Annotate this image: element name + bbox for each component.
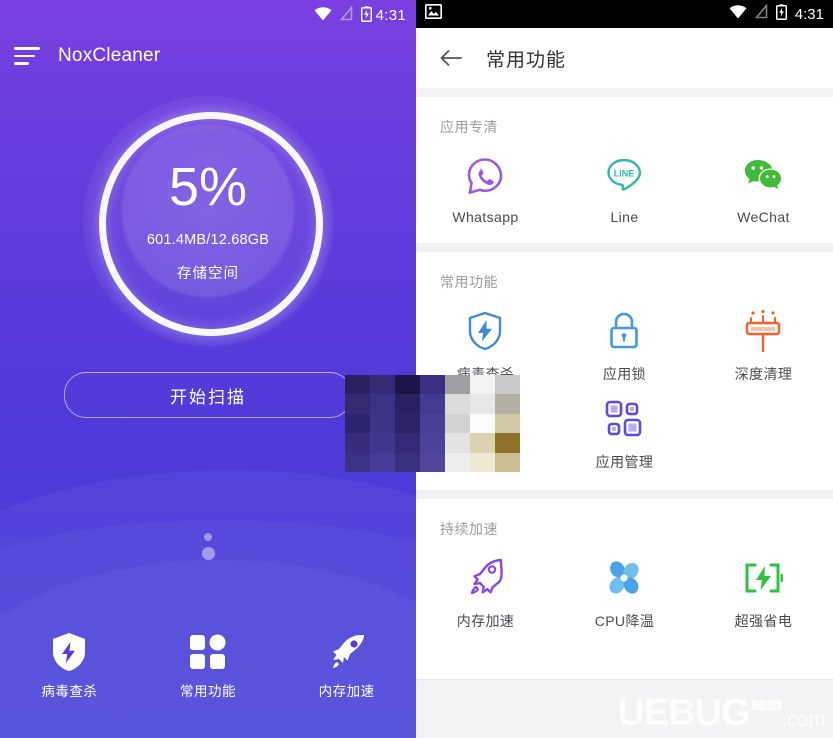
page-indicator[interactable] (0, 533, 416, 560)
feature-cell-memory-boost[interactable]: 内存加速 (416, 543, 555, 631)
left-phone-home-screen: 4:31 NoxCleaner 5% 601.4MB/12.68GB 存储空间 … (0, 0, 416, 738)
page-dot-2[interactable] (201, 547, 215, 560)
feature-label: WeChat (737, 209, 790, 225)
feature-label: CPU降温 (594, 613, 655, 629)
right-status-time: 4:31 (794, 5, 824, 23)
gauge-content: 5% 601.4MB/12.68GB 存储空间 (83, 96, 333, 346)
page-title: 常用功能 (486, 49, 567, 71)
page-dot-1[interactable] (204, 533, 212, 541)
feature-label: 超强省电 (734, 613, 793, 629)
storage-gauge-wrapper: 5% 601.4MB/12.68GB 存储空间 (0, 96, 416, 346)
grid-squares-icon (188, 632, 228, 672)
section-divider (416, 490, 833, 499)
signal-icon (754, 3, 768, 24)
section-title: 常用功能 (440, 274, 498, 290)
bottom-navigation: 病毒查杀 常用功能 内存加速 (0, 632, 416, 700)
watermark-suffix: .com (781, 709, 825, 731)
feature-label: 深度清理 (734, 366, 793, 382)
wechat-icon (742, 155, 784, 197)
hamburger-menu-icon[interactable] (14, 47, 40, 65)
wifi-icon (729, 4, 747, 24)
app-manager-icon (605, 398, 643, 440)
censored-mosaic-overlay (345, 375, 520, 472)
feature-cell-app-manager[interactable]: 应用管理 (555, 384, 694, 472)
section-divider (416, 88, 833, 97)
right-footer-area: UEBUG 下载站 .com (416, 679, 833, 738)
feature-label: 内存加速 (456, 613, 515, 629)
bottom-nav-label: 内存加速 (318, 684, 375, 699)
wifi-icon (314, 6, 332, 24)
lock-icon (607, 310, 641, 352)
feature-label: 应用锁 (602, 366, 647, 382)
battery-bolt-icon (742, 557, 784, 599)
shield-bolt-icon (468, 310, 502, 352)
right-app-bar: 常用功能 (416, 28, 833, 88)
section-title: 持续加速 (440, 521, 498, 537)
watermark-text: UEBUG (617, 692, 750, 734)
deep-clean-icon (743, 310, 783, 352)
gauge-usage: 601.4MB/12.68GB (146, 231, 270, 248)
left-status-bar: 4:31 (0, 0, 416, 30)
feature-label: 应用管理 (595, 454, 654, 470)
section-grid: 内存加速 CPU降温 超强省电 (416, 543, 833, 631)
battery-charging-icon (360, 5, 372, 25)
feature-cell-deep-clean[interactable]: 深度清理 (694, 296, 833, 384)
feature-cell-virus-scan[interactable]: 病毒查杀 (416, 296, 555, 384)
feature-cell-wechat[interactable]: WeChat (694, 141, 833, 225)
feature-label: Whatsapp (452, 209, 519, 225)
section-title: 应用专清 (440, 119, 498, 135)
feature-cell-power-save[interactable]: 超强省电 (694, 543, 833, 631)
left-status-icons (314, 5, 372, 25)
left-app-bar: NoxCleaner (0, 30, 416, 82)
whatsapp-icon (465, 155, 505, 197)
bottom-nav-item-memory-boost[interactable]: 内存加速 (277, 632, 416, 700)
battery-charging-icon (775, 3, 787, 25)
signal-icon (339, 5, 353, 24)
feature-label: Line (610, 209, 639, 225)
watermark: UEBUG 下载站 .com (617, 694, 825, 732)
section-app-clean: 应用专清 Whatsapp LINE Line WeChat (416, 97, 833, 243)
watermark-badge: 下载站 (751, 700, 782, 710)
rocket-icon (327, 632, 367, 672)
shield-bolt-icon (51, 632, 87, 672)
section-grid: Whatsapp LINE Line WeChat (416, 141, 833, 225)
feature-cell-whatsapp[interactable]: Whatsapp (416, 141, 555, 225)
back-arrow-icon[interactable] (438, 45, 464, 71)
gauge-label: 存储空间 (177, 265, 239, 282)
feature-cell-line[interactable]: LINE Line (555, 141, 694, 225)
fan-icon (604, 557, 644, 599)
section-divider (416, 243, 833, 252)
feature-cell-cpu-cool[interactable]: CPU降温 (555, 543, 694, 631)
section-continuous-boost: 持续加速 内存加速 CPU降温 超强省电 (416, 499, 833, 649)
svg-text:LINE: LINE (614, 169, 635, 179)
right-status-bar: 4:31 (416, 0, 833, 28)
line-icon: LINE (604, 155, 644, 197)
feature-cell-app-lock[interactable]: 应用锁 (555, 296, 694, 384)
bottom-nav-item-virus-scan[interactable]: 病毒查杀 (0, 632, 139, 700)
gauge-percent: 5% (168, 156, 248, 217)
app-title: NoxCleaner (58, 45, 161, 66)
left-status-time: 4:31 (375, 6, 406, 24)
storage-gauge[interactable]: 5% 601.4MB/12.68GB 存储空间 (83, 96, 333, 346)
screenshot-root: 4:31 NoxCleaner 5% 601.4MB/12.68GB 存储空间 … (0, 0, 833, 738)
right-phone-features-screen: 4:31 常用功能 应用专清 Whatsapp LINE Line WeChat… (416, 0, 833, 738)
bottom-nav-label: 常用功能 (180, 684, 236, 699)
bottom-nav-item-common-features[interactable]: 常用功能 (139, 632, 278, 700)
gallery-image-icon (425, 4, 442, 24)
start-scan-button[interactable]: 开始扫描 (64, 372, 352, 418)
bottom-nav-label: 病毒查杀 (41, 684, 98, 699)
right-status-icons: 4:31 (729, 3, 824, 25)
rocket-icon (465, 557, 505, 599)
